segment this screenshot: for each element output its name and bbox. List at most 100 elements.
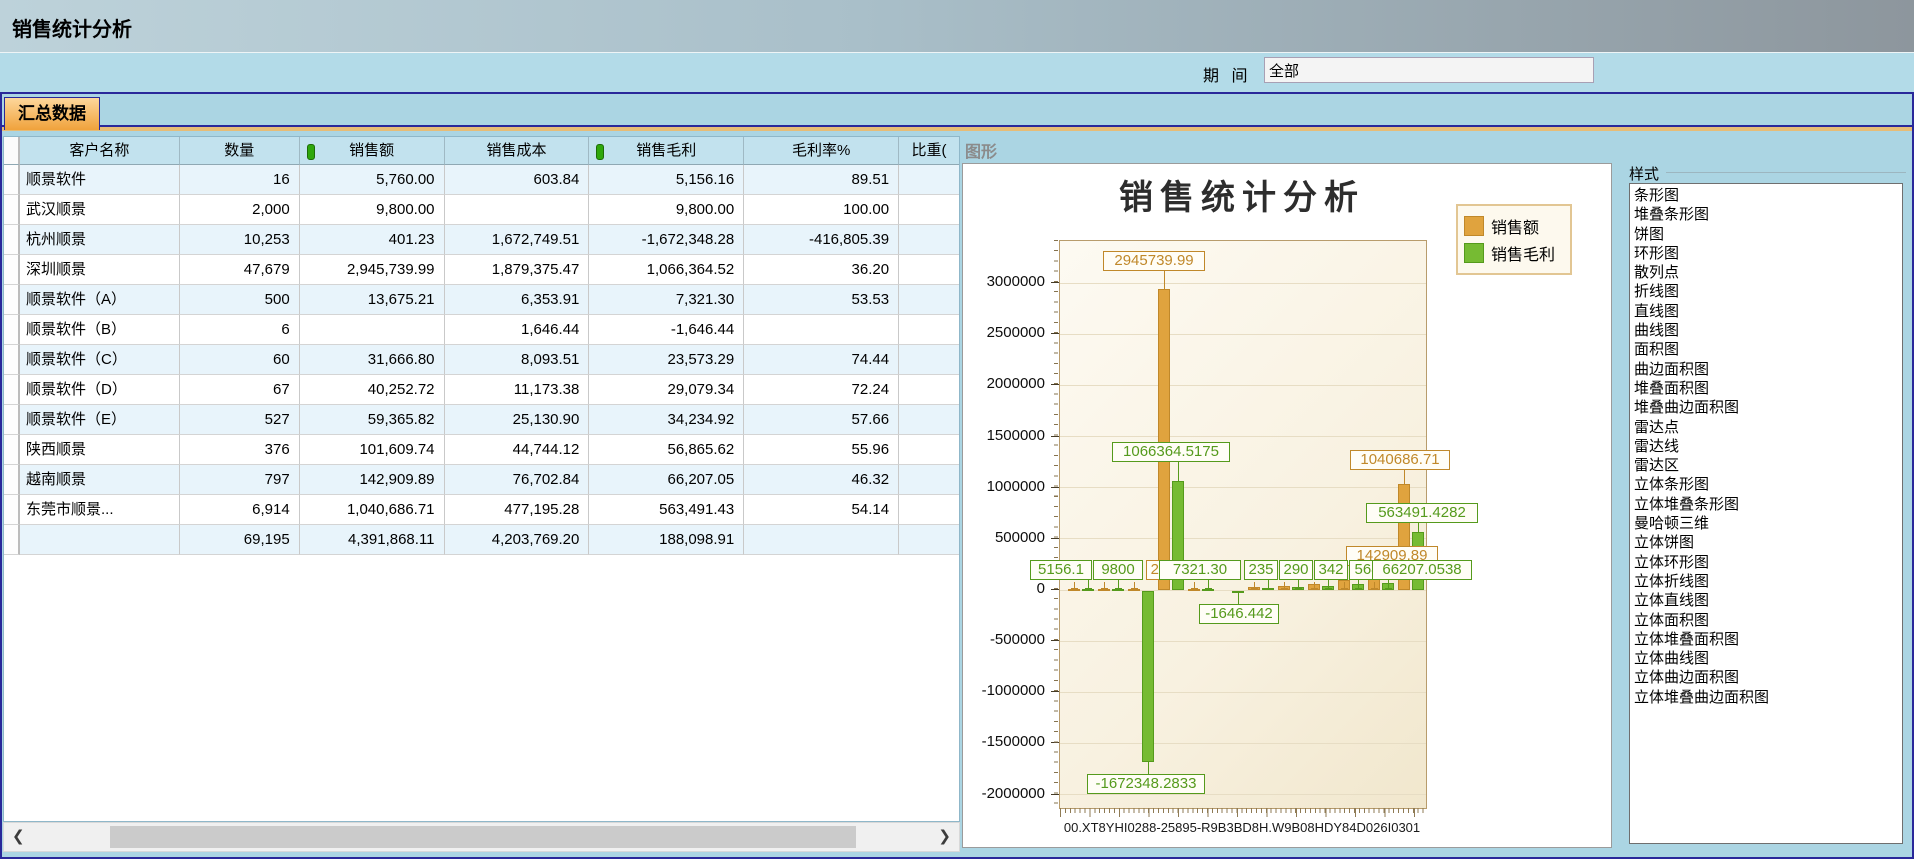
style-list-item[interactable]: 直线图 — [1634, 302, 1902, 321]
cell-margin: 55.96 — [744, 435, 899, 465]
style-list-item[interactable]: 堆叠面积图 — [1634, 379, 1902, 398]
table-row[interactable]: 武汉顺景 2,000 9,800.00 9,800.00 100.00 — [4, 195, 959, 225]
style-list-item[interactable]: 雷达区 — [1634, 456, 1902, 475]
bar-profit[interactable] — [1082, 589, 1094, 591]
callout-stem — [1418, 523, 1419, 532]
cell-customer: 顺景软件（C） — [20, 345, 180, 375]
row-indicator[interactable] — [4, 285, 20, 315]
cell-customer: 顺景软件（E） — [20, 405, 180, 435]
cell-cost: 603.84 — [445, 165, 590, 195]
style-list-item[interactable]: 立体曲边面积图 — [1634, 668, 1902, 687]
style-list-item[interactable]: 立体折线图 — [1634, 572, 1902, 591]
bar-profit[interactable] — [1202, 589, 1214, 591]
col-proportion[interactable]: 比重( — [899, 137, 959, 165]
table-row[interactable]: 顺景软件（D） 67 40,252.72 11,173.38 29,079.34… — [4, 375, 959, 405]
style-list-item[interactable]: 曲线图 — [1634, 321, 1902, 340]
style-list-item[interactable]: 雷达线 — [1634, 437, 1902, 456]
period-input[interactable] — [1264, 57, 1594, 83]
table-row[interactable]: 69,195 4,391,868.11 4,203,769.20 188,098… — [4, 525, 959, 555]
bar-sales[interactable] — [1068, 589, 1080, 591]
table-row[interactable]: 陕西顺景 376 101,609.74 44,744.12 56,865.62 … — [4, 435, 959, 465]
cell-quantity: 376 — [180, 435, 300, 465]
row-indicator[interactable] — [4, 165, 20, 195]
table-row[interactable]: 深圳顺景 47,679 2,945,739.99 1,879,375.47 1,… — [4, 255, 959, 285]
scrollbar-thumb[interactable] — [110, 826, 856, 848]
col-sales-cost[interactable]: 销售成本 — [445, 137, 590, 165]
tick-stem-cap — [1251, 588, 1258, 589]
style-list-item[interactable]: 曲边面积图 — [1634, 360, 1902, 379]
col-quantity[interactable]: 数量 — [180, 137, 300, 165]
style-list-item[interactable]: 立体堆叠条形图 — [1634, 495, 1902, 514]
row-indicator[interactable] — [4, 375, 20, 405]
table-row[interactable]: 顺景软件（A） 500 13,675.21 6,353.91 7,321.30 … — [4, 285, 959, 315]
row-indicator[interactable] — [4, 525, 20, 555]
table-row[interactable]: 顺景软件（C） 60 31,666.80 8,093.51 23,573.29 … — [4, 345, 959, 375]
style-list-item[interactable]: 立体饼图 — [1634, 533, 1902, 552]
col-gross-profit[interactable]: 销售毛利 — [589, 137, 744, 165]
row-indicator[interactable] — [4, 405, 20, 435]
style-list-item[interactable]: 立体堆叠曲边面积图 — [1634, 688, 1902, 707]
data-label: -1672348.2833 — [1087, 774, 1205, 794]
table-row[interactable]: 东莞市顺景... 6,914 1,040,686.71 477,195.28 5… — [4, 495, 959, 525]
style-list-item[interactable]: 折线图 — [1634, 282, 1902, 301]
style-list-item[interactable]: 雷达点 — [1634, 418, 1902, 437]
style-list-item[interactable]: 立体环形图 — [1634, 553, 1902, 572]
col-sales-amount[interactable]: 销售额 — [300, 137, 445, 165]
col-margin-pct[interactable]: 毛利率% — [744, 137, 899, 165]
cell-cost: 4,203,769.20 — [445, 525, 590, 555]
row-indicator[interactable] — [4, 315, 20, 345]
row-indicator[interactable] — [4, 465, 20, 495]
style-list-item[interactable]: 立体曲线图 — [1634, 649, 1902, 668]
style-list-item[interactable]: 堆叠条形图 — [1634, 205, 1902, 224]
style-list-item[interactable]: 立体面积图 — [1634, 611, 1902, 630]
bar-sales[interactable] — [1158, 289, 1170, 590]
cell-customer: 越南顺景 — [20, 465, 180, 495]
cell-margin: 54.14 — [744, 495, 899, 525]
row-indicator[interactable] — [4, 195, 20, 225]
data-label: 2945739.99 — [1103, 251, 1205, 271]
cell-cost — [445, 195, 590, 225]
legend-label: 销售毛利 — [1491, 241, 1555, 265]
row-indicator[interactable] — [4, 435, 20, 465]
scroll-right-icon[interactable]: ❯ — [938, 827, 951, 845]
style-list-item[interactable]: 环形图 — [1634, 244, 1902, 263]
style-list-item[interactable]: 面积图 — [1634, 340, 1902, 359]
style-list-item[interactable]: 立体堆叠面积图 — [1634, 630, 1902, 649]
row-indicator[interactable] — [4, 495, 20, 525]
table-row[interactable]: 顺景软件（E） 527 59,365.82 25,130.90 34,234.9… — [4, 405, 959, 435]
bar-profit[interactable] — [1112, 589, 1124, 591]
tab-summary-data[interactable]: 汇总数据 — [4, 97, 100, 130]
horizontal-scrollbar[interactable]: ❮ ❯ — [3, 822, 960, 852]
style-list[interactable]: 条形图 堆叠条形图 饼图 环形图 散列点 折线图 直线图 曲线图 面积图 曲边面… — [1629, 183, 1903, 844]
bar-profit[interactable] — [1142, 591, 1154, 762]
col-customer-name[interactable]: 客户名称 — [20, 137, 180, 165]
table-row[interactable]: 越南顺景 797 142,909.89 76,702.84 66,207.05 … — [4, 465, 959, 495]
style-list-item[interactable]: 堆叠曲边面积图 — [1634, 398, 1902, 417]
cell-customer: 顺景软件 — [20, 165, 180, 195]
row-indicator[interactable] — [4, 345, 20, 375]
style-list-item[interactable]: 条形图 — [1634, 186, 1902, 205]
cell-quantity: 10,253 — [180, 225, 300, 255]
gridline — [1060, 743, 1426, 744]
style-list-item[interactable]: 立体直线图 — [1634, 591, 1902, 610]
cell-cost: 8,093.51 — [445, 345, 590, 375]
scroll-left-icon[interactable]: ❮ — [12, 827, 25, 845]
cell-profit: 56,865.62 — [589, 435, 744, 465]
row-indicator[interactable] — [4, 225, 20, 255]
cell-sales: 4,391,868.11 — [300, 525, 445, 555]
table-row[interactable]: 顺景软件（B） 6 1,646.44 -1,646.44 — [4, 315, 959, 345]
cell-quantity: 69,195 — [180, 525, 300, 555]
style-list-item[interactable]: 立体条形图 — [1634, 475, 1902, 494]
bar-sales[interactable] — [1128, 589, 1140, 591]
column-indicator-icon — [596, 144, 604, 160]
table-row[interactable]: 顺景软件 16 5,760.00 603.84 5,156.16 89.51 — [4, 165, 959, 195]
bar-sales[interactable] — [1098, 589, 1110, 591]
style-list-item[interactable]: 散列点 — [1634, 263, 1902, 282]
row-indicator[interactable] — [4, 255, 20, 285]
table-row[interactable]: 杭州顺景 10,253 401.23 1,672,749.51 -1,672,3… — [4, 225, 959, 255]
cell-sales — [300, 315, 445, 345]
style-list-item[interactable]: 饼图 — [1634, 225, 1902, 244]
style-list-item[interactable]: 曼哈顿三维 — [1634, 514, 1902, 533]
gridline — [1060, 283, 1426, 284]
legend-item: 销售毛利 — [1464, 241, 1564, 265]
